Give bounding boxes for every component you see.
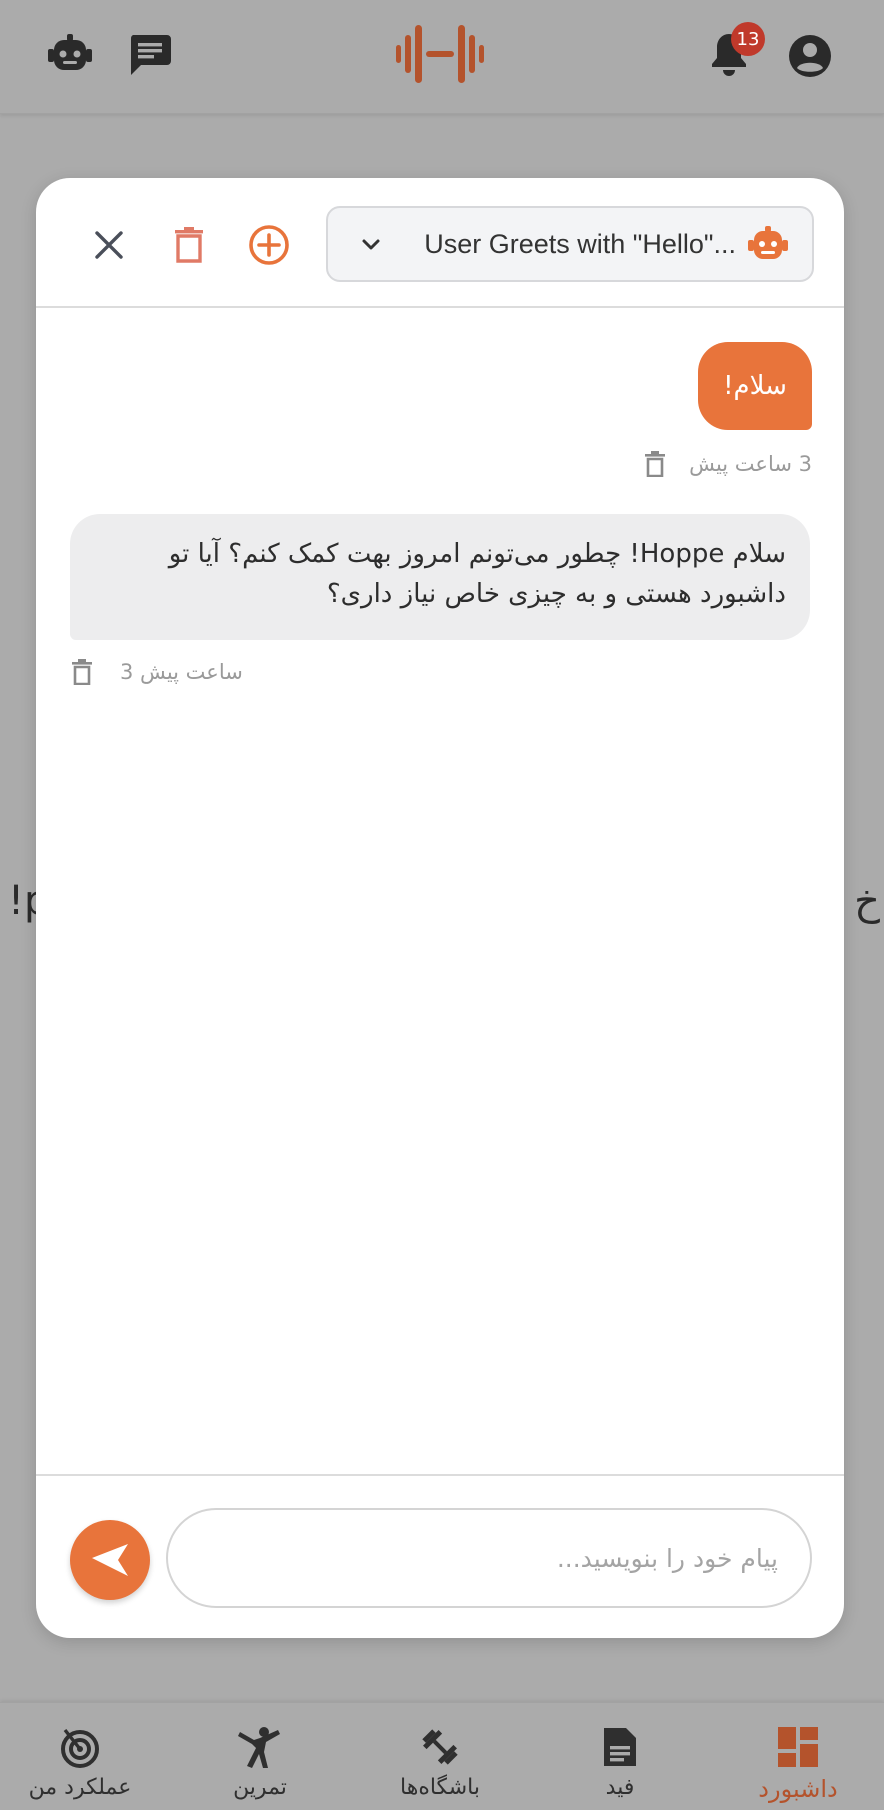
user-message-meta: 3 ساعت پیش <box>643 446 812 482</box>
delete-conversation-button[interactable] <box>164 220 214 270</box>
trash-icon <box>175 227 203 263</box>
nav-item-performance[interactable]: عملکرد من <box>0 1703 160 1810</box>
nav-item-feed[interactable]: فید <box>540 1703 700 1810</box>
conversation-title: User Greets with "Hello"... <box>424 229 736 259</box>
robot-icon[interactable] <box>44 32 96 76</box>
exercise-icon <box>238 1725 282 1769</box>
nav-label: عملکرد من <box>28 1775 132 1800</box>
nav-label: تمرین <box>233 1775 287 1800</box>
user-message: سلام! <box>698 342 812 430</box>
new-conversation-button[interactable] <box>244 220 294 270</box>
document-icon <box>598 1725 642 1769</box>
dashboard-icon <box>776 1725 820 1769</box>
message-time: 3 ساعت پیش <box>689 452 812 476</box>
chat-icon[interactable] <box>124 30 176 78</box>
nav-item-gyms[interactable]: باشگاه‌ها <box>360 1703 520 1810</box>
nav-item-dashboard[interactable]: داشبورد <box>718 1703 878 1810</box>
chat-input-bar <box>36 1474 844 1638</box>
plus-circle-icon <box>249 225 289 265</box>
dumbbell-icon <box>418 1725 462 1769</box>
chevron-down-icon <box>362 239 380 250</box>
message-time: 3 ساعت پیش <box>120 660 243 684</box>
send-icon <box>92 1544 128 1576</box>
target-icon <box>58 1725 102 1769</box>
bot-icon <box>748 226 788 259</box>
nav-label: باشگاه‌ها <box>400 1775 480 1800</box>
chat-header: User Greets with "Hello"... <box>36 178 844 308</box>
account-icon[interactable] <box>782 28 838 84</box>
chat-modal: User Greets with "Hello"... سلام! 3 ساعت… <box>36 178 844 1638</box>
delete-message-icon[interactable] <box>643 451 667 477</box>
nav-label: فید <box>605 1775 635 1800</box>
close-button[interactable] <box>84 220 134 270</box>
conversation-select[interactable]: User Greets with "Hello"... <box>326 206 814 282</box>
background-text-right: خ <box>854 878 880 924</box>
nav-item-training[interactable]: تمرین <box>180 1703 340 1810</box>
notification-badge: 13 <box>731 22 765 56</box>
send-button[interactable] <box>70 1520 150 1600</box>
barbell-logo <box>390 22 490 86</box>
close-icon <box>95 231 123 259</box>
assistant-message-meta: 3 ساعت پیش <box>70 654 243 690</box>
message-input[interactable] <box>166 1508 812 1608</box>
delete-message-icon[interactable] <box>70 659 94 685</box>
top-app-bar: 13 <box>0 0 884 114</box>
nav-label: داشبورد <box>758 1775 838 1803</box>
assistant-message: سلام Hoppe! چطور می‌تونم امروز بهت کمک ک… <box>70 514 810 640</box>
bottom-nav: عملکرد من تمرین باشگاه‌ها <box>0 1702 884 1810</box>
